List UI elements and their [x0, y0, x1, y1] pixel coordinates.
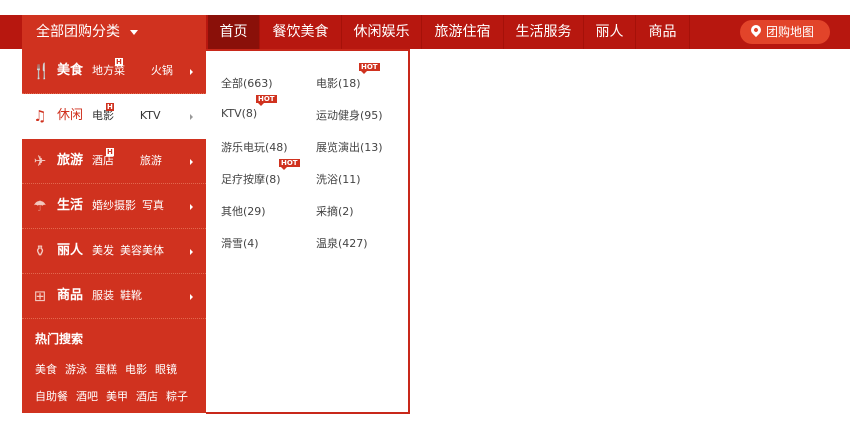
airplane-icon: ✈ — [33, 152, 47, 170]
sub-link[interactable]: 婚纱摄影 — [92, 199, 136, 212]
bottle-icon: ⚱ — [33, 242, 47, 260]
sub-link[interactable]: 美容美体 — [120, 244, 164, 257]
subcategory-link[interactable]: 滑雪(4) — [221, 235, 259, 251]
category-food[interactable]: 🍴 美食 地方菜H火锅 — [22, 49, 206, 94]
category-subs: 美发 美容美体 — [92, 244, 170, 258]
umbrella-icon: ☂ — [33, 197, 47, 215]
subcategory-link[interactable]: 温泉(427) — [316, 235, 368, 251]
category-leisure[interactable]: ♫ 休闲 电影HKTV — [22, 94, 206, 139]
hot-search-link[interactable]: 游泳 — [65, 363, 87, 376]
all-categories-label: 全部团购分类 — [36, 24, 120, 40]
category-name: 商品 — [57, 288, 84, 303]
hot-badge: H — [115, 58, 123, 66]
subcategory-link[interactable]: 运动健身(95) — [316, 107, 383, 123]
sub-link[interactable]: KTV — [140, 109, 161, 122]
sub-link[interactable]: 鞋靴 — [120, 289, 142, 302]
basket-icon: ⊞ — [33, 287, 47, 305]
sub-link[interactable]: 美发 — [92, 244, 114, 257]
subcategory-label: 洗浴(11) — [316, 173, 361, 186]
category-name: 生活 — [57, 198, 84, 213]
hot-search-link[interactable]: 美食 — [35, 363, 57, 376]
nav-item-goods[interactable]: 商品 — [636, 15, 690, 49]
subcategory-label: 温泉(427) — [316, 237, 368, 250]
category-name: 休闲 — [57, 108, 84, 123]
category-name: 旅游 — [57, 153, 84, 168]
subcategory-label: 滑雪(4) — [221, 237, 259, 250]
subcategory-link[interactable]: 展览演出(13) — [316, 139, 383, 155]
sub-link[interactable]: 旅游 — [140, 154, 162, 167]
nav-item-food[interactable]: 餐饮美食 — [260, 15, 342, 49]
category-sidebar: 🍴 美食 地方菜H火锅 ♫ 休闲 电影HKTV ✈ 旅游 酒店H旅游 ☂ 生活 … — [22, 49, 206, 413]
category-name: 美食 — [57, 63, 84, 78]
sub-link[interactable]: 写真 — [142, 199, 164, 212]
fork-knife-icon: 🍴 — [32, 62, 51, 80]
sub-link[interactable]: 火锅 — [151, 64, 173, 77]
group-map-button[interactable]: 团购地图 — [740, 20, 830, 44]
music-note-icon: ♫ — [33, 107, 47, 125]
category-life[interactable]: ☂ 生活 婚纱摄影 写真 — [22, 184, 206, 229]
hot-search-link[interactable]: 酒吧 — [76, 390, 98, 403]
map-pin-icon — [748, 22, 764, 38]
subcategory-label: 运动健身(95) — [316, 109, 383, 122]
subcategory-label: 展览演出(13) — [316, 141, 383, 154]
subcategory-label: KTV(8) — [221, 107, 258, 120]
subcategory-label: 采摘(2) — [316, 205, 354, 218]
category-subs: 地方菜H火锅 — [92, 58, 179, 78]
subcategory-link[interactable]: 洗浴(11) — [316, 171, 361, 187]
subcategory-link[interactable]: 其他(29) — [221, 203, 266, 219]
nav-item-travel[interactable]: 旅游住宿 — [422, 15, 504, 49]
hot-search-title: 热门搜索 — [35, 332, 84, 346]
caret-down-icon — [130, 30, 138, 35]
all-categories-button[interactable]: 全部团购分类 — [22, 15, 206, 49]
chevron-right-icon — [190, 114, 193, 120]
main-nav: 首页 餐饮美食 休闲娱乐 旅游住宿 生活服务 丽人 商品 — [208, 15, 690, 49]
hot-search-row: 自助餐 酒吧 美甲 酒店 粽子 — [35, 388, 196, 404]
subcategory-link[interactable]: KTV(8) HOT — [221, 95, 277, 120]
hot-search-link[interactable]: 美甲 — [106, 390, 128, 403]
leisure-subcategory-panel: 全部(663) 电影(18) HOT KTV(8) HOT 运动健身(95) 游乐电… — [206, 49, 410, 414]
nav-item-home[interactable]: 首页 — [208, 15, 260, 49]
subcategory-link[interactable]: 电影(18) HOT — [316, 63, 380, 91]
hot-badge: H — [106, 148, 114, 156]
top-navigation-bar: 全部团购分类 首页 餐饮美食 休闲娱乐 旅游住宿 生活服务 丽人 商品 团购地图 — [0, 15, 850, 49]
subcategory-label: 游乐电玩(48) — [221, 141, 288, 154]
chevron-right-icon — [190, 249, 193, 255]
hot-badge: HOT — [279, 159, 300, 170]
hot-search-row: 美食 游泳 蛋糕 电影 眼镜 — [35, 361, 185, 377]
group-map-label: 团购地图 — [766, 25, 815, 39]
category-travel[interactable]: ✈ 旅游 酒店H旅游 — [22, 139, 206, 184]
category-name: 丽人 — [57, 243, 84, 258]
category-beauty[interactable]: ⚱ 丽人 美发 美容美体 — [22, 229, 206, 274]
nav-item-life-services[interactable]: 生活服务 — [504, 15, 584, 49]
hot-search-link[interactable]: 电影 — [125, 363, 147, 376]
subcategory-label: 其他(29) — [221, 205, 266, 218]
category-goods[interactable]: ⊞ 商品 服装 鞋靴 — [22, 274, 206, 319]
subcategory-link[interactable]: 采摘(2) — [316, 203, 354, 219]
subcategory-label: 全部(663) — [221, 77, 273, 90]
hot-search-link[interactable]: 酒店 — [136, 390, 158, 403]
hot-badge: HOT — [359, 63, 380, 74]
nav-item-beauty[interactable]: 丽人 — [584, 15, 636, 49]
category-subs: 电影HKTV — [92, 103, 166, 123]
hot-search-link[interactable]: 眼镜 — [155, 363, 177, 376]
hot-search-link[interactable]: 蛋糕 — [95, 363, 117, 376]
nav-item-leisure[interactable]: 休闲娱乐 — [342, 15, 422, 49]
category-subs: 婚纱摄影 写真 — [92, 199, 170, 213]
hot-badge: HOT — [256, 95, 277, 106]
hot-badge: H — [106, 103, 114, 111]
subcategory-link[interactable]: 足疗按摩(8) HOT — [221, 159, 300, 187]
chevron-right-icon — [190, 204, 193, 210]
chevron-right-icon — [190, 69, 193, 75]
subcategory-label: 足疗按摩(8) — [221, 173, 281, 186]
hot-search-link[interactable]: 自助餐 — [35, 390, 68, 403]
subcategory-link[interactable]: 全部(663) — [221, 75, 273, 91]
subcategory-label: 电影(18) — [316, 77, 361, 90]
chevron-right-icon — [190, 294, 193, 300]
category-subs: 服装 鞋靴 — [92, 289, 148, 303]
sub-link[interactable]: 服装 — [92, 289, 114, 302]
subcategory-link[interactable]: 游乐电玩(48) — [221, 139, 288, 155]
category-subs: 酒店H旅游 — [92, 148, 168, 168]
chevron-right-icon — [190, 159, 193, 165]
hot-search-link[interactable]: 粽子 — [166, 390, 188, 403]
